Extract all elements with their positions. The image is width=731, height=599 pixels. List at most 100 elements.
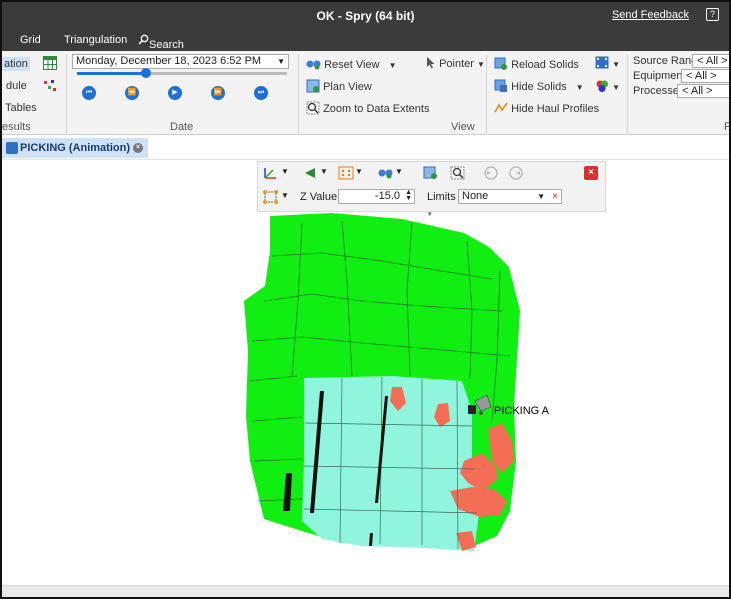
menu-triangulation[interactable]: Triangulation	[64, 34, 127, 46]
close-icon[interactable]: ×	[133, 143, 143, 153]
menu-search[interactable]: Search	[138, 34, 184, 51]
plan-view-small-icon[interactable]	[423, 166, 439, 180]
hide-haul-profiles-button[interactable]: Hide Haul Profiles	[494, 101, 599, 115]
reset-view-button[interactable]: Reset View ▼	[306, 57, 396, 71]
pointer-button[interactable]: Pointer ▼	[426, 57, 485, 70]
step-back-icon[interactable]: ⏪	[125, 86, 139, 100]
document-tab-strip: PICKING (Animation) ×	[2, 136, 729, 160]
color-icon-dropdown[interactable]: ▼	[595, 79, 620, 93]
z-value-input[interactable]: -15.0 ▲ ▼	[338, 189, 415, 204]
skip-to-end-icon[interactable]: ⏭	[254, 86, 268, 100]
animation-tab-icon	[6, 142, 18, 154]
scatter-icon[interactable]	[43, 79, 57, 93]
grid-points-icon[interactable]	[338, 166, 354, 180]
reset-view-small-icon[interactable]	[378, 166, 394, 180]
limits-value: None	[462, 190, 489, 202]
haul-profile-icon	[494, 102, 508, 113]
reset-view-icon	[306, 60, 321, 70]
help-icon[interactable]: ?	[706, 8, 719, 21]
title-bar: OK - Spry (64 bit) Send Feedback ?	[2, 2, 729, 29]
plan-view-button[interactable]: Plan View	[306, 79, 372, 93]
close-toolbox-button[interactable]: ×	[584, 166, 598, 180]
animation-viewport[interactable]: PICKING A ▼ ▼ ▼ ▼ × ▼ Z Value -15.0 ▲ ▼ L…	[2, 161, 729, 584]
zoom-extents-label: Zoom to Data Extents	[323, 103, 430, 115]
tab-picking-animation[interactable]: PICKING (Animation) ×	[2, 138, 148, 158]
date-picker[interactable]: Monday, December 18, 2023 6:52 PM ▼	[72, 54, 289, 69]
chevron-down-icon: ▼	[388, 61, 397, 70]
ribbon-separator	[486, 55, 487, 133]
tab-label: PICKING (Animation)	[20, 142, 130, 154]
axis-tool-icon[interactable]	[263, 166, 279, 180]
date-slider-fill	[77, 72, 147, 75]
chevron-down-icon[interactable]: ▼	[320, 167, 328, 176]
date-group-label: Date	[170, 121, 194, 133]
chevron-down-icon: ▼	[537, 192, 545, 201]
ribbon-separator	[298, 55, 299, 133]
chevron-down-icon: ▼	[612, 83, 620, 92]
zoom-extents-small-icon[interactable]	[450, 166, 466, 180]
equipment-label: Equipment	[633, 70, 686, 82]
search-icon	[138, 34, 149, 45]
clear-limits-icon[interactable]: ×	[552, 190, 558, 203]
limits-select[interactable]: None ▼ ×	[458, 189, 562, 204]
menu-search-label: Search	[149, 39, 184, 51]
hide-haul-profiles-label: Hide Haul Profiles	[511, 103, 600, 115]
date-value: Monday, December 18, 2023 6:52 PM	[76, 55, 262, 67]
status-bar	[2, 585, 729, 597]
table-icon[interactable]	[43, 56, 57, 70]
ribbon-separator	[627, 55, 628, 133]
chevron-down-icon[interactable]: ▼	[281, 167, 289, 176]
point-snap-icon[interactable]	[263, 190, 279, 204]
z-value-label: Z Value	[300, 191, 338, 203]
z-value-toolbox: ▼ ▼ ▼ ▼ × ▼ Z Value -15.0 ▲ ▼ Limits None…	[257, 161, 606, 212]
limits-label: Limits	[427, 191, 456, 203]
pointer-icon	[427, 57, 435, 69]
spinner-icon[interactable]: ▲ ▼	[405, 189, 412, 202]
processes-select[interactable]: < All >	[677, 84, 729, 98]
date-slider-thumb[interactable]	[141, 68, 152, 78]
hide-solids-button[interactable]: Hide Solids ▼	[494, 79, 584, 93]
menu-grid[interactable]: Grid	[20, 34, 41, 46]
skip-to-start-icon[interactable]: ⏮	[82, 86, 96, 100]
redo-icon[interactable]	[508, 166, 524, 180]
date-slider[interactable]	[77, 68, 287, 78]
reset-view-label: Reset View	[324, 59, 380, 71]
zoom-to-extents-button[interactable]: Zoom to Data Extents	[306, 101, 429, 115]
reload-solids-button[interactable]: Reload Solids	[494, 57, 579, 71]
camera-tool-icon[interactable]	[303, 166, 319, 180]
step-forward-icon[interactable]: ⏩	[211, 86, 225, 100]
ribbon: ation dule Tables esults Monday, Decembe…	[2, 51, 729, 135]
results-group-label: esults	[2, 121, 31, 133]
color-circles-icon	[596, 80, 608, 92]
undo-icon[interactable]	[483, 166, 499, 180]
hide-solids-icon	[494, 79, 507, 92]
chevron-down-icon: ▼	[612, 60, 620, 69]
film-icon-dropdown[interactable]: ▼	[595, 56, 620, 70]
source-range-select[interactable]: < All >	[692, 54, 729, 68]
ribbon-module-button[interactable]: dule	[6, 80, 27, 92]
reload-solids-label: Reload Solids	[511, 59, 579, 71]
ribbon-separator	[66, 55, 67, 133]
equipment-label: PICKING A	[494, 405, 550, 417]
film-icon	[595, 56, 609, 69]
plan-view-icon	[306, 79, 320, 93]
chevron-down-icon: ▼	[277, 57, 285, 66]
view-group-label: View	[451, 121, 475, 133]
ribbon-tables-button[interactable]: Tables	[5, 102, 37, 114]
pointer-label: Pointer	[439, 58, 474, 70]
chevron-down-icon[interactable]: ▼	[281, 191, 289, 200]
chevron-down-icon: ▼	[476, 60, 485, 69]
chevron-down-icon: ▼	[575, 83, 584, 92]
play-icon[interactable]: ▶	[168, 86, 182, 100]
chevron-down-icon[interactable]: ▼	[395, 167, 403, 176]
zoom-extents-icon	[306, 101, 320, 115]
app-window: OK - Spry (64 bit) Send Feedback ? Grid …	[0, 0, 731, 599]
ribbon-animation-button[interactable]: ation	[2, 57, 30, 71]
plan-view-label: Plan View	[323, 81, 372, 93]
send-feedback-link[interactable]: Send Feedback	[612, 9, 689, 21]
mine-surface-view[interactable]: PICKING A	[2, 161, 729, 584]
filters-group-label: F	[724, 121, 731, 133]
equipment-select[interactable]: < All >	[681, 69, 729, 83]
toolbox-collapse-icon[interactable]: ▾	[428, 210, 432, 218]
chevron-down-icon[interactable]: ▼	[355, 167, 363, 176]
